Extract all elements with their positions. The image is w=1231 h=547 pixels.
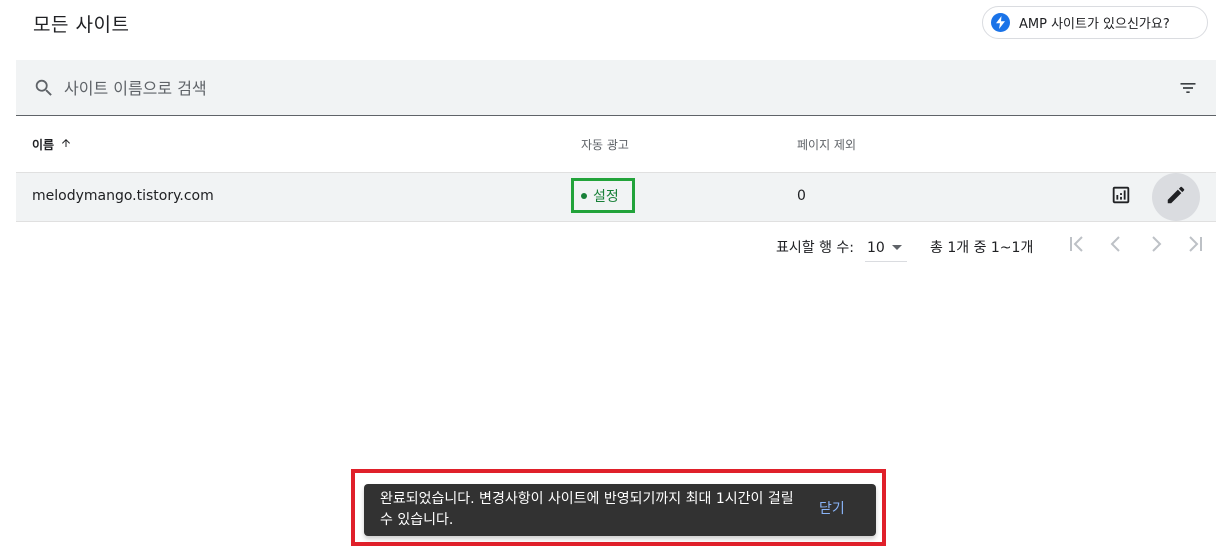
rows-per-page-value: 10 — [867, 239, 885, 256]
auto-ads-status[interactable]: 설정 — [571, 178, 635, 213]
next-page-button[interactable] — [1142, 234, 1170, 258]
lightning-icon — [991, 13, 1010, 32]
filter-icon[interactable] — [1178, 78, 1198, 98]
table-header: 이름 자동 광고 페이지 제외 — [16, 116, 1216, 172]
search-icon — [33, 77, 55, 99]
column-header-name[interactable]: 이름 — [32, 136, 72, 153]
last-page-icon — [1184, 232, 1208, 260]
view-report-button[interactable] — [1097, 173, 1145, 221]
paginator: 표시할 행 수: 10 총 1개 중 1~1개 — [0, 234, 1231, 264]
column-header-name-label: 이름 — [32, 138, 55, 152]
snackbar-highlight: 완료되었습니다. 변경사항이 사이트에 반영되기까지 최대 1시간이 걸릴 수 … — [351, 469, 886, 546]
arrow-up-icon — [60, 137, 72, 152]
column-header-excluded-pages: 페이지 제외 — [797, 138, 857, 152]
table-row[interactable]: melodymango.tistory.com 설정 0 — [16, 172, 1216, 222]
first-page-icon — [1064, 232, 1088, 260]
edit-pencil-icon — [1165, 184, 1187, 210]
search-bar — [16, 60, 1216, 116]
report-chart-icon — [1110, 184, 1132, 210]
last-page-button[interactable] — [1182, 234, 1210, 258]
snackbar-message: 완료되었습니다. 변경사항이 사이트에 반영되기까지 최대 1시간이 걸릴 수 … — [380, 491, 794, 528]
rows-per-page-select[interactable]: 10 — [865, 234, 907, 262]
first-page-button[interactable] — [1062, 234, 1090, 258]
page-range-label: 총 1개 중 1~1개 — [930, 240, 1034, 256]
dropdown-arrow-icon — [891, 245, 902, 250]
chevron-left-icon — [1104, 232, 1128, 260]
excluded-pages-count: 0 — [797, 188, 806, 204]
snackbar-close-button[interactable]: 닫기 — [819, 498, 845, 518]
previous-page-button[interactable] — [1102, 234, 1130, 258]
auto-ads-status-label: 설정 — [593, 188, 619, 205]
page-title: 모든 사이트 — [33, 14, 130, 36]
rows-per-page-label: 표시할 행 수: — [776, 240, 855, 256]
status-dot-icon — [581, 192, 587, 199]
amp-chip-label: AMP 사이트가 있으신가요? — [1019, 17, 1170, 32]
search-input[interactable] — [64, 74, 1064, 102]
site-name: melodymango.tistory.com — [32, 188, 214, 204]
amp-sites-chip[interactable]: AMP 사이트가 있으신가요? — [982, 6, 1208, 39]
edit-site-button[interactable] — [1152, 173, 1200, 221]
column-header-auto-ads: 자동 광고 — [581, 138, 629, 152]
snackbar: 완료되었습니다. 변경사항이 사이트에 반영되기까지 최대 1시간이 걸릴 수 … — [364, 484, 876, 536]
chevron-right-icon — [1144, 232, 1168, 260]
